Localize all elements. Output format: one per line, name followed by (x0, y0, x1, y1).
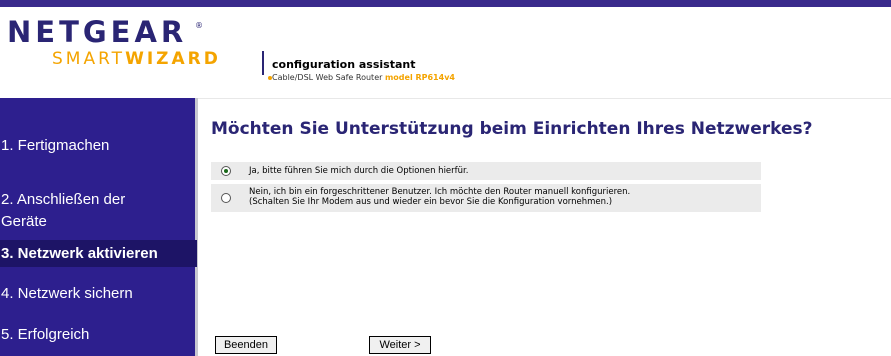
page-title: Möchten Sie Unterstützung beim Einrichte… (211, 119, 813, 139)
netgear-logo: NETGEAR (7, 15, 188, 49)
radio-guided[interactable] (221, 166, 231, 176)
sidebar-item-label: 3. Netzwerk aktivieren (1, 245, 158, 262)
router-subtitle: Cable/DSL Web Safe Router model RP614v4 (272, 73, 455, 82)
logo-divider (262, 51, 264, 75)
next-button[interactable]: Weiter > (369, 336, 431, 354)
sidebar: 1. Fertigmachen 2. Anschließen der Gerät… (0, 98, 198, 356)
smart-text: SMART (52, 49, 126, 69)
sidebar-item-label: 5. Erfolgreich (1, 326, 90, 343)
option-label-manual-hint: (Schalten Sie Ihr Modem aus und wieder e… (249, 197, 613, 207)
registered-mark: ® (195, 21, 203, 30)
header: NETGEAR ® SMARTWIZARD configuration assi… (0, 7, 891, 98)
sidebar-item-erfolgreich[interactable]: 5. Erfolgreich (0, 325, 197, 345)
wizard-text: WIZARD (125, 49, 221, 69)
sidebar-item-label: 4. Netzwerk sichern (1, 285, 133, 302)
option-row-guided[interactable]: Ja, bitte führen Sie mich durch die Opti… (211, 162, 761, 180)
option-label-guided: Ja, bitte führen Sie mich durch die Opti… (249, 166, 469, 176)
top-bar (0, 0, 891, 7)
main-content: Möchten Sie Unterstützung beim Einrichte… (198, 98, 891, 356)
sidebar-item-netzwerk-sichern[interactable]: 4. Netzwerk sichern (0, 284, 197, 304)
tagline: configuration assistant (272, 58, 416, 71)
sidebar-item-label-line2: Geräte (1, 213, 47, 230)
option-label-manual: Nein, ich bin ein forgeschrittener Benut… (249, 187, 631, 197)
cancel-button[interactable]: Beenden (215, 336, 277, 354)
option-row-manual[interactable]: Nein, ich bin ein forgeschrittener Benut… (211, 184, 761, 212)
sidebar-item-netzwerk-aktivieren[interactable]: 3. Netzwerk aktivieren (0, 240, 197, 267)
radio-manual[interactable] (221, 193, 231, 203)
sidebar-item-label: 2. Anschließen der (1, 191, 126, 208)
router-model: model RP614v4 (384, 73, 455, 82)
router-name: Cable/DSL Web Safe Router (272, 73, 383, 82)
sidebar-item-fertigmachen[interactable]: 1. Fertigmachen (0, 136, 197, 156)
sidebar-item-label: 1. Fertigmachen (1, 137, 110, 154)
smartwizard-logo: SMARTWIZARD (52, 49, 221, 69)
sidebar-item-anschliessen[interactable]: 2. Anschließen der Geräte (0, 190, 197, 232)
